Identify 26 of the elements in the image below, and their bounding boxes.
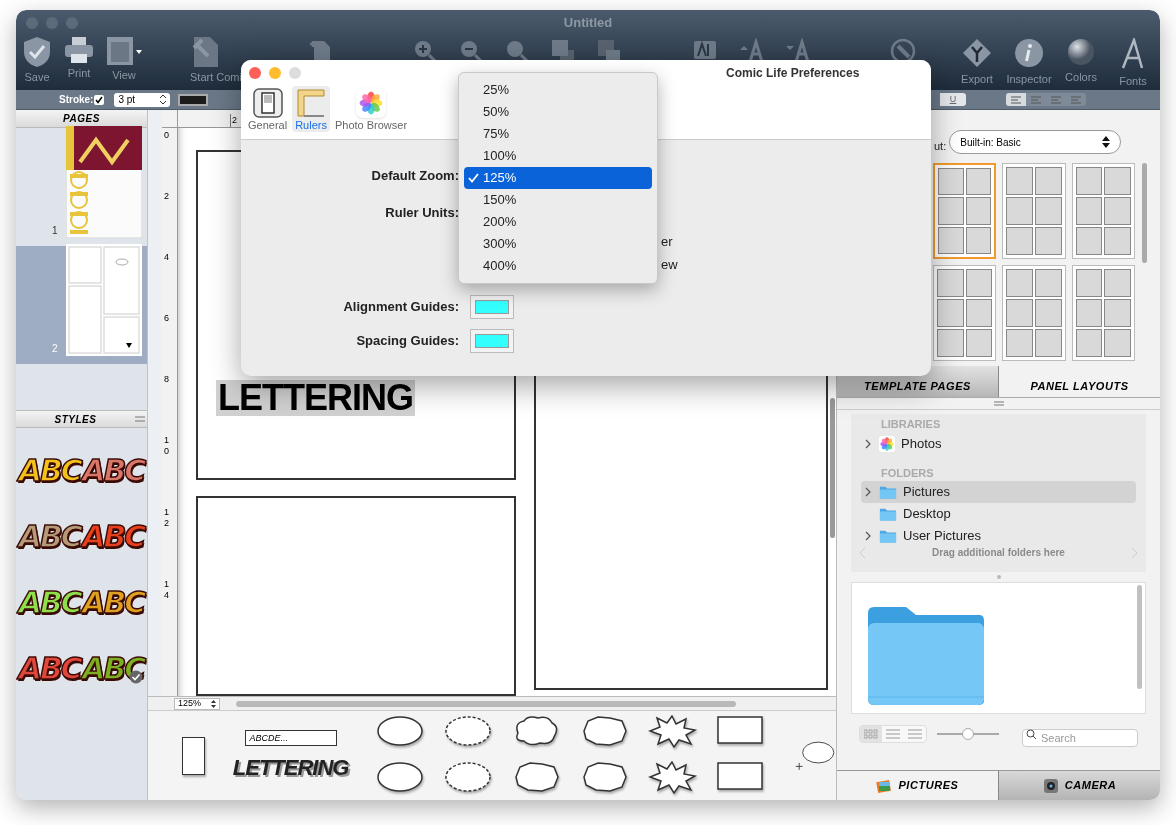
section-header: FOLDERS	[881, 465, 935, 481]
ruler-number: 6	[164, 313, 169, 324]
layout-label: ut:	[934, 138, 947, 154]
panel-header: STYLES	[53, 412, 98, 427]
ruler-number: 14	[164, 579, 169, 601]
ruler-number: 0	[164, 130, 169, 141]
section-header: LIBRARIES	[881, 417, 942, 432]
panel-header: PAGES	[16, 110, 147, 128]
ruler-number: 10	[164, 435, 169, 457]
field-label: Alignment Guides:	[342, 298, 459, 317]
window-title: Untitled	[563, 14, 613, 33]
ruler-number: 12	[164, 507, 169, 529]
ruler-number: 8	[164, 374, 169, 385]
field-label: Spacing Guides:	[355, 332, 459, 351]
field-label: Ruler Units:	[384, 204, 459, 222]
ruler-number: 4	[164, 252, 169, 263]
page-number: 2	[52, 342, 58, 356]
stroke-label: Stroke:	[59, 93, 94, 107]
ruler-number: 2	[230, 113, 237, 127]
drop-hint: Drag additional folders here	[931, 546, 1066, 560]
dialog-title: Comic Life Preferences	[726, 65, 860, 82]
checkbox-label: ew	[661, 256, 678, 274]
checkbox-label: er	[661, 233, 673, 251]
ruler-number: 2	[164, 191, 169, 202]
field-label: Default Zoom:	[370, 167, 459, 185]
page-number: 1	[52, 224, 58, 238]
